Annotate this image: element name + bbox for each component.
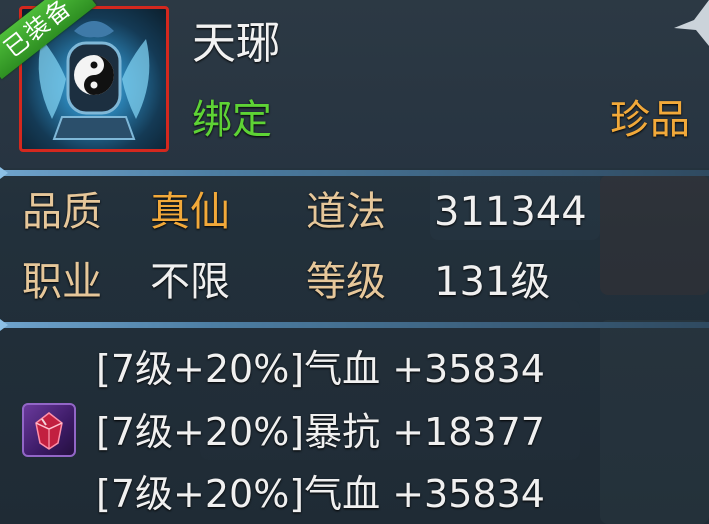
tooltip-header: 已装备 天琊 绑定 珍品 <box>0 0 709 168</box>
gem-bonus-row: [7级+20%]气血 +35834 <box>96 347 545 391</box>
item-name: 天琊 <box>192 18 280 69</box>
bind-status: 绑定 <box>192 97 272 143</box>
quality-value: 真仙 <box>150 189 230 235</box>
section-divider <box>0 319 709 331</box>
class-value: 不限 <box>150 259 230 305</box>
background-ghost <box>600 320 709 524</box>
level-label: 等级 <box>306 259 386 305</box>
level-value: 131级 <box>434 259 551 305</box>
gem-bonus-row: [7级+20%]暴抗 +18377 <box>96 410 545 454</box>
class-label: 职业 <box>22 259 102 305</box>
rarity-label: 珍品 <box>610 97 690 143</box>
item-tooltip-panel: 已装备 天琊 绑定 珍品 品质 真仙 道法 311344 职业 不限 等级 13… <box>0 0 709 524</box>
background-ghost <box>600 175 709 295</box>
daofa-value: 311344 <box>434 189 587 235</box>
sparkle-icon <box>664 0 709 46</box>
gem-bonus-row: [7级+20%]气血 +35834 <box>96 472 545 516</box>
section-divider <box>0 167 709 179</box>
daofa-label: 道法 <box>306 189 386 235</box>
purple-gem-icon[interactable] <box>22 403 76 457</box>
quality-label: 品质 <box>22 189 102 235</box>
